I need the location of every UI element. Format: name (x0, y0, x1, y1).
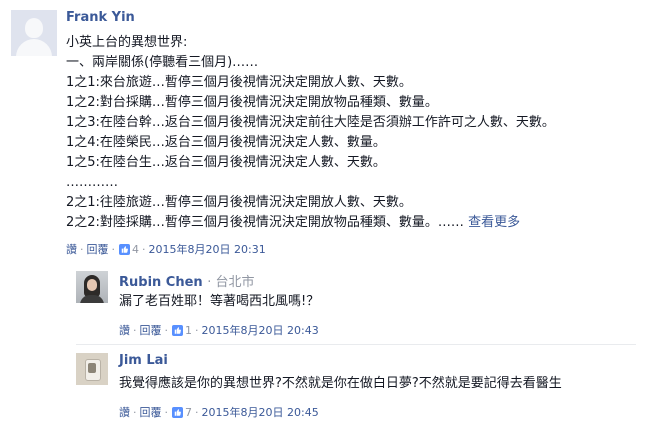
reply-link[interactable]: 回覆 (140, 404, 162, 420)
comment-line-4: 1之2:對台採購…暫停三個月後視情況決定開放物品種類、數量。 (66, 95, 438, 110)
see-more-link[interactable]: 查看更多 (468, 215, 520, 230)
reply-2-timestamp[interactable]: 2015年8月20日 20:45 (202, 404, 319, 420)
comment-line-2: 一、兩岸關係(停聽看三個月)…… (66, 55, 259, 70)
comment-timestamp[interactable]: 2015年8月20日 20:31 (149, 241, 266, 257)
comment-line-7: 1之5:在陸台生…返台三個月後視情況決定人數、天數。 (66, 155, 386, 170)
thumbs-up-icon (172, 406, 183, 418)
reply-avatar-2[interactable] (76, 353, 108, 385)
like-link[interactable]: 讚 (66, 241, 77, 257)
comment-line-1: 小英上台的異想世界: (66, 35, 188, 50)
reply-divider (76, 344, 636, 345)
thumbs-up-icon (119, 243, 130, 255)
reply-1-author-line: Rubin Chen · 台北市 (119, 271, 255, 290)
like-count[interactable]: 7 (185, 406, 192, 419)
like-count[interactable]: 4 (132, 243, 139, 256)
like-link[interactable]: 讚 (119, 404, 130, 420)
comment-line-8: ………… (66, 175, 118, 190)
generic-avatar-icon[interactable] (11, 10, 57, 56)
reply-2-text: 我覺得應該是你的異想世界?不然就是你在做白日夢?不然就是要記得去看醫生 (119, 376, 562, 391)
reply-2-author[interactable]: Jim Lai (119, 353, 168, 368)
reply-1-timestamp[interactable]: 2015年8月20日 20:43 (202, 322, 319, 338)
like-count[interactable]: 1 (185, 324, 192, 337)
comment-line-5: 1之3:在陸台幹…返台三個月後視情況決定前往大陸是否須辦工作許可之人數、天數。 (66, 115, 555, 130)
reply-1-meta: 讚 · 回覆 · 1 · 2015年8月20日 20:43 (119, 322, 319, 338)
comment-author[interactable]: Frank Yin (66, 10, 135, 25)
reply-2-meta: 讚 · 回覆 · 7 · 2015年8月20日 20:45 (119, 404, 319, 420)
reply-1-author[interactable]: Rubin Chen (119, 275, 203, 290)
comment-line-10: 2之2:對陸採購…暫停三個月後視情況決定開放物品種類、數量。…… 查看更多 (66, 214, 520, 232)
comment-line-9: 2之1:往陸旅遊…暫停三個月後視情況決定開放人數、天數。 (66, 195, 412, 210)
like-link[interactable]: 讚 (119, 322, 130, 338)
reply-1-location[interactable]: 台北市 (215, 275, 254, 290)
reply-1-text: 漏了老百姓耶！等著喝西北風嗎!？ (119, 294, 320, 309)
comment-line-6: 1之4:在陸榮民…返台三個月後視情況決定人數、數量。 (66, 135, 386, 150)
comment-line-3: 1之1:來台旅遊…暫停三個月後視情況決定開放人數、天數。 (66, 75, 412, 90)
reply-link[interactable]: 回覆 (87, 241, 109, 257)
reply-link[interactable]: 回覆 (140, 322, 162, 338)
comment-meta: 讚 · 回覆 · 4 · 2015年8月20日 20:31 (66, 241, 266, 257)
reply-avatar-1[interactable] (76, 271, 108, 303)
comment-line-10-text: 2之2:對陸採購…暫停三個月後視情況決定開放物品種類、數量。…… (66, 215, 464, 230)
thumbs-up-icon (172, 324, 183, 336)
